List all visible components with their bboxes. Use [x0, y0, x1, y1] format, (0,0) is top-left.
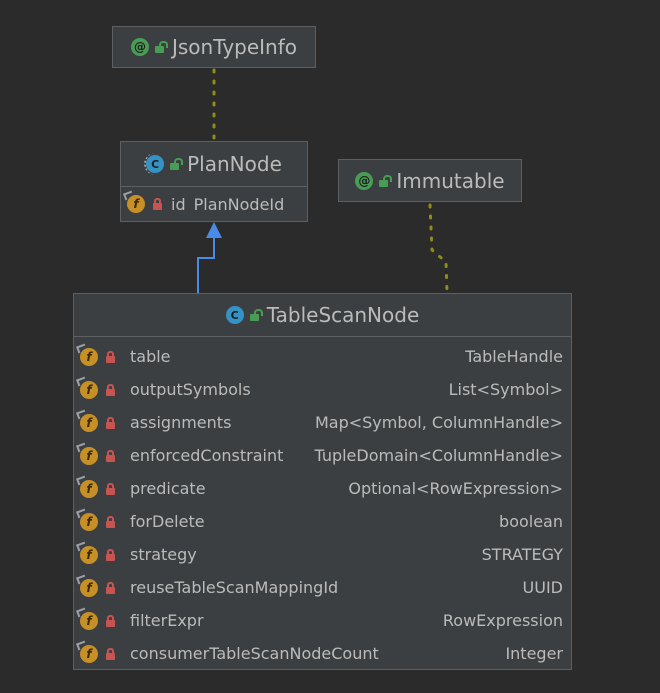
private-lock-icon: [106, 416, 116, 429]
annotation-link-immutable: [428, 203, 449, 294]
annotation-header: @ JsonTypeInfo: [113, 27, 315, 67]
field-name: id: [171, 194, 186, 214]
field-row[interactable]: f reuseTableScanMappingId UUID: [74, 571, 571, 604]
annotation-icon: @: [355, 171, 374, 190]
field-type: Optional<RowExpression>: [348, 479, 563, 498]
field-type: RowExpression: [442, 611, 563, 630]
field-icon: f: [80, 578, 98, 597]
public-visibility-icon: [379, 174, 393, 187]
annotation-name: JsonTypeInfo: [171, 35, 298, 59]
field-row[interactable]: f enforcedConstraint TupleDomain<ColumnHan…: [74, 439, 571, 472]
abstract-class-icon: C: [144, 153, 165, 175]
field-icon: f: [80, 347, 98, 366]
field-icon: f: [80, 380, 98, 399]
field-row[interactable]: f filterExpr RowExpression: [74, 604, 571, 637]
field-name: table: [130, 347, 171, 366]
class-header: C TableScanNode: [74, 294, 571, 336]
private-lock-icon: [106, 614, 116, 627]
field-type: TableHandle: [465, 347, 563, 366]
class-box-plannode[interactable]: C PlanNode f id PlanNodeId: [120, 141, 308, 222]
annotation-header: @ Immutable: [339, 160, 521, 201]
field-row[interactable]: f forDelete boolean: [74, 505, 571, 538]
field-type: UUID: [522, 578, 563, 597]
field-row[interactable]: f id PlanNodeId: [121, 187, 307, 221]
public-visibility-icon: [154, 41, 168, 53]
field-name: reuseTableScanMappingId: [130, 578, 339, 597]
private-lock-icon: [106, 581, 116, 594]
class-name: PlanNode: [187, 152, 282, 176]
field-row[interactable]: f outputSymbols List<Symbol>: [74, 373, 571, 406]
private-lock-icon: [106, 647, 116, 660]
annotation-box-jsontypeinfo[interactable]: @ JsonTypeInfo: [112, 26, 316, 68]
field-icons: f: [80, 347, 130, 366]
field-row[interactable]: f assignments Map<Symbol, ColumnHandle>: [74, 406, 571, 439]
field-type: Map<Symbol, ColumnHandle>: [314, 413, 563, 432]
field-icons: f: [80, 512, 130, 531]
field-type: boolean: [499, 512, 563, 531]
field-type: TupleDomain<ColumnHandle>: [314, 446, 563, 465]
field-name: forDelete: [130, 512, 205, 531]
inheritance-arrow-head: [206, 222, 222, 238]
class-name: TableScanNode: [266, 303, 420, 327]
class-icon: C: [225, 306, 244, 324]
field-type: STRATEGY: [481, 545, 563, 564]
field-name: filterExpr: [130, 611, 204, 630]
field-name: assignments: [130, 413, 232, 432]
field-icon: f: [80, 611, 98, 630]
class-header: C PlanNode: [121, 142, 307, 186]
field-list: f table TableHandle f outputSymbols List<Symb…: [74, 337, 571, 670]
annotation-name: Immutable: [396, 168, 505, 193]
field-icons: f: [80, 611, 130, 630]
private-lock-icon: [106, 449, 116, 462]
field-name: consumerTableScanNodeCount: [130, 644, 379, 663]
private-lock-icon: [153, 198, 163, 210]
field-icon: f: [80, 644, 98, 663]
field-icon: f: [80, 512, 98, 531]
inheritance-arrow-line: [197, 238, 215, 293]
field-icon: f: [80, 545, 98, 564]
field-row[interactable]: f strategy STRATEGY: [74, 538, 571, 571]
field-icons: f: [80, 380, 130, 399]
private-lock-icon: [106, 482, 116, 495]
field-icons: f: [80, 578, 130, 597]
public-visibility-icon: [170, 158, 184, 170]
field-icon: f: [80, 479, 98, 498]
field-icon: f: [80, 413, 98, 432]
field-row[interactable]: f consumerTableScanNodeCount Integer: [74, 637, 571, 670]
field-icons: f: [80, 545, 130, 564]
field-type: List<Symbol>: [448, 380, 563, 399]
field-type: Integer: [505, 644, 563, 663]
field-row[interactable]: f table TableHandle: [74, 340, 571, 373]
annotation-icon: @: [130, 38, 149, 56]
field-icons: f: [80, 479, 130, 498]
field-icon: f: [127, 195, 145, 213]
field-icons: f: [80, 644, 130, 663]
field-name: predicate: [130, 479, 206, 498]
private-lock-icon: [106, 548, 116, 561]
field-name: enforcedConstraint: [130, 446, 284, 465]
field-row[interactable]: f predicate Optional<RowExpression>: [74, 472, 571, 505]
public-visibility-icon: [249, 309, 263, 321]
private-lock-icon: [106, 515, 116, 528]
private-lock-icon: [106, 383, 116, 396]
field-name: outputSymbols: [130, 380, 251, 399]
annotation-box-immutable[interactable]: @ Immutable: [338, 159, 522, 202]
private-lock-icon: [106, 350, 116, 363]
class-box-tablescannode[interactable]: C TableScanNode f table TableHandle f output…: [73, 293, 572, 670]
field-type: PlanNodeId: [193, 194, 285, 214]
field-icon: f: [80, 446, 98, 465]
field-name: strategy: [130, 545, 197, 564]
field-icons: f: [80, 446, 130, 465]
field-icons: f: [80, 413, 130, 432]
